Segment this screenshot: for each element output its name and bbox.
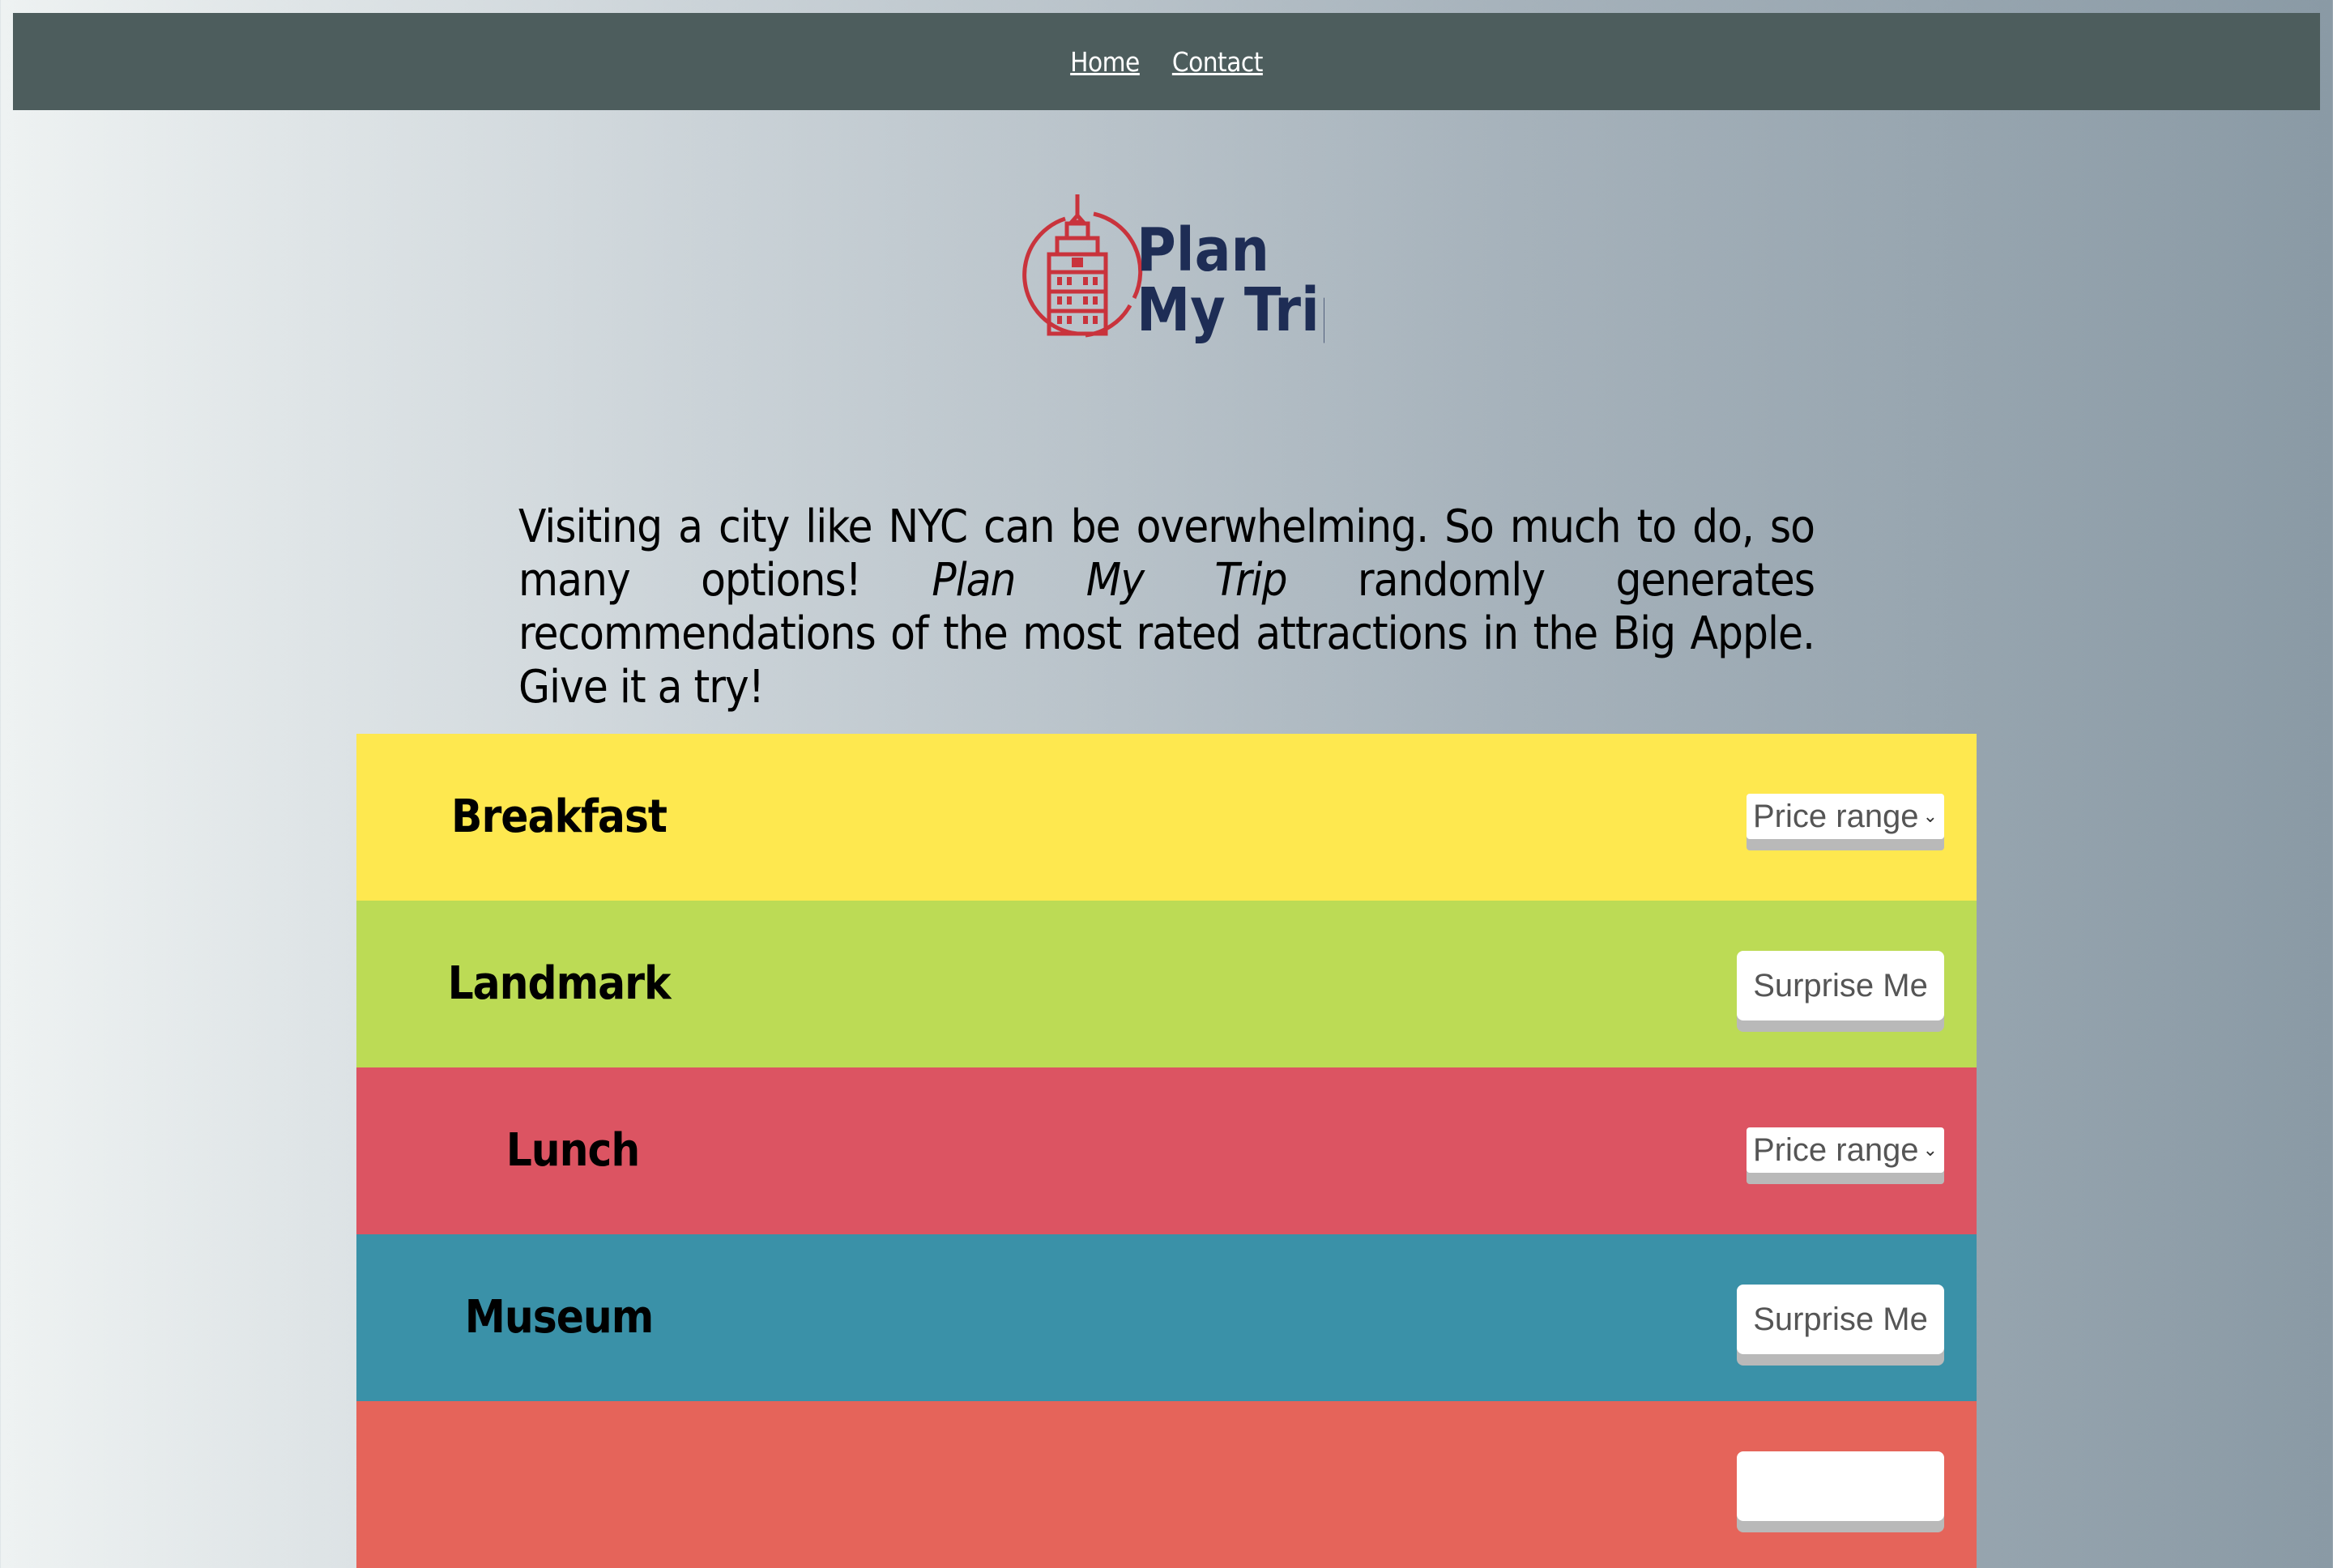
chevron-down-icon: ⌄	[1922, 806, 1938, 826]
lunch-section: Lunch Price range ⌄	[356, 1067, 1977, 1234]
nav-link-contact[interactable]: Contact	[1172, 46, 1264, 78]
museum-surprise-me-button[interactable]: Surprise Me	[1737, 1285, 1944, 1354]
lunch-price-range-select[interactable]: Price range ⌄	[1747, 1127, 1944, 1173]
landmark-section: Landmark Surprise Me	[356, 901, 1977, 1067]
breakfast-section: Breakfast Price range ⌄	[356, 734, 1977, 901]
intro-paragraph: Visiting a city like NYC can be overwhel…	[518, 501, 1815, 714]
section-title-lunch: Lunch	[505, 1124, 641, 1177]
intro-app-name: Plan My Trip	[932, 554, 1287, 607]
breakfast-price-range-select[interactable]: Price range ⌄	[1747, 794, 1944, 839]
logo-line2: My Trip	[1137, 275, 1324, 345]
landmark-surprise-me-button[interactable]: Surprise Me	[1737, 951, 1944, 1020]
select-value: Price range	[1753, 1131, 1919, 1168]
nav-link-home[interactable]: Home	[1070, 46, 1140, 78]
plan-my-trip-logo: Plan My Trip	[1022, 194, 1324, 345]
chevron-down-icon: ⌄	[1922, 1140, 1938, 1160]
top-navbar: Home Contact	[13, 13, 2320, 110]
next-section-button[interactable]	[1737, 1451, 1944, 1521]
next-section-partial	[356, 1401, 1977, 1568]
section-title-landmark: Landmark	[447, 957, 672, 1010]
section-title-museum: Museum	[464, 1291, 655, 1344]
section-title-breakfast: Breakfast	[451, 790, 667, 843]
select-value: Price range	[1753, 798, 1919, 834]
museum-section: Museum Surprise Me	[356, 1234, 1977, 1401]
